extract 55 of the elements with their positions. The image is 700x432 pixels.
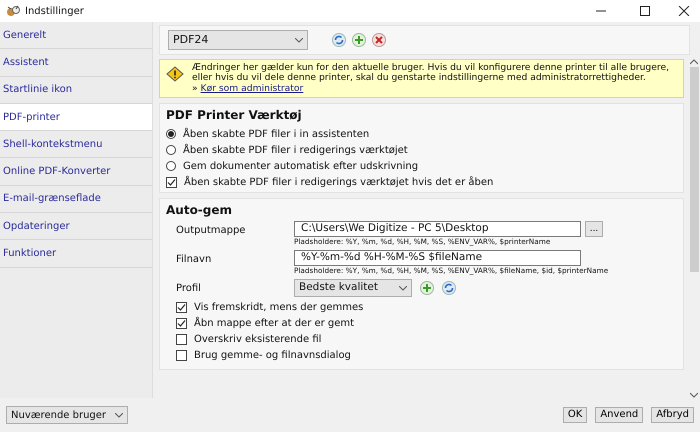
- option-label: Brug gemme- og filnavnsdialog: [194, 348, 351, 363]
- radio-button[interactable]: [166, 145, 176, 156]
- sidebar-item[interactable]: Generelt: [0, 22, 152, 50]
- sidebar-item[interactable]: Funktioner: [0, 240, 152, 268]
- add-icon[interactable]: [420, 281, 434, 296]
- checkbox[interactable]: [176, 350, 187, 361]
- section-title: Auto-gem: [166, 202, 234, 220]
- checkbox[interactable]: [166, 176, 177, 188]
- add-icon[interactable]: [352, 33, 366, 47]
- section-title: PDF Printer Værktøj: [166, 107, 303, 124]
- dialog-button[interactable]: Anvend: [595, 407, 644, 423]
- scroll-up-icon[interactable]: [690, 59, 698, 65]
- refresh-icon[interactable]: [442, 281, 456, 296]
- link-prefix: »: [192, 83, 198, 94]
- option-label: Åben skabte PDF filer i redigerings værktøjet hvis det er åben: [184, 174, 494, 190]
- warning-icon: [166, 66, 184, 82]
- notice-text: Ændringer her gælder kun for den aktuelle bruger. Hvis du vil konfigurere denne printer til alle brugere, eller hvis du vil dele denne printer, skal du genstarte indstillingerne med administratorrettigheder.: [192, 63, 670, 84]
- dialog-button[interactable]: OK: [562, 407, 588, 423]
- window-title: Indstillinger: [25, 4, 84, 18]
- user-scope-dropdown[interactable]: Nuværende bruger: [6, 406, 128, 424]
- sidebar-item[interactable]: Opdateringer: [0, 213, 152, 240]
- sidebar-item[interactable]: E-mail-grænseflade: [0, 186, 152, 214]
- sidebar-item[interactable]: PDF-printer: [0, 104, 152, 132]
- field-label: Filnavn: [176, 253, 212, 268]
- app-icon: [6, 4, 20, 18]
- option-label: Gem dokumenter automatisk efter udskrivning: [183, 160, 418, 174]
- delete-icon[interactable]: [372, 33, 386, 47]
- option-label: Overskriv eksisterende fil: [194, 332, 322, 347]
- radio-button[interactable]: [166, 161, 176, 172]
- checkbox[interactable]: [176, 334, 187, 345]
- printer-dropdown[interactable]: PDF24: [168, 30, 308, 50]
- radio-button[interactable]: [166, 129, 176, 140]
- scrollbar-thumb[interactable]: [690, 67, 698, 272]
- option-label: Åben skabte PDF filer i redigerings værktøjet: [183, 142, 408, 158]
- profile-dropdown[interactable]: Bedste kvalitet: [294, 279, 412, 298]
- option-label: Vis fremskridt, mens der gemmes: [194, 300, 364, 315]
- input-field[interactable]: %Y-%m-%d %H-%M-%S $fileName: [294, 250, 581, 266]
- field-label: Outputmappe: [176, 224, 246, 238]
- browse-button[interactable]: ...: [585, 221, 603, 238]
- caret-icon: [115, 412, 123, 418]
- caret-icon: [399, 286, 407, 291]
- caret-icon: [295, 38, 303, 42]
- sidebar-item[interactable]: Shell-kontekstmenu: [0, 131, 152, 158]
- field-label: Profil: [176, 282, 202, 296]
- option-label: Åbn mappe efter at der er gemt: [194, 316, 354, 331]
- refresh-icon[interactable]: [332, 33, 346, 47]
- sidebar-item[interactable]: Assistent: [0, 49, 152, 77]
- input-field[interactable]: C:\Users\We Digitize - PC 5\Desktop: [294, 221, 581, 238]
- scroll-down-icon[interactable]: [690, 392, 698, 398]
- checkbox[interactable]: [176, 302, 187, 313]
- dialog-button[interactable]: Afbryd: [651, 407, 694, 423]
- checkbox[interactable]: [176, 318, 187, 329]
- run-as-admin-link[interactable]: Kør som administrator: [200, 83, 304, 94]
- option-label: Åben skabte PDF filer i in assistenten: [183, 126, 370, 142]
- sidebar-item[interactable]: Online PDF-Konverter: [0, 158, 152, 186]
